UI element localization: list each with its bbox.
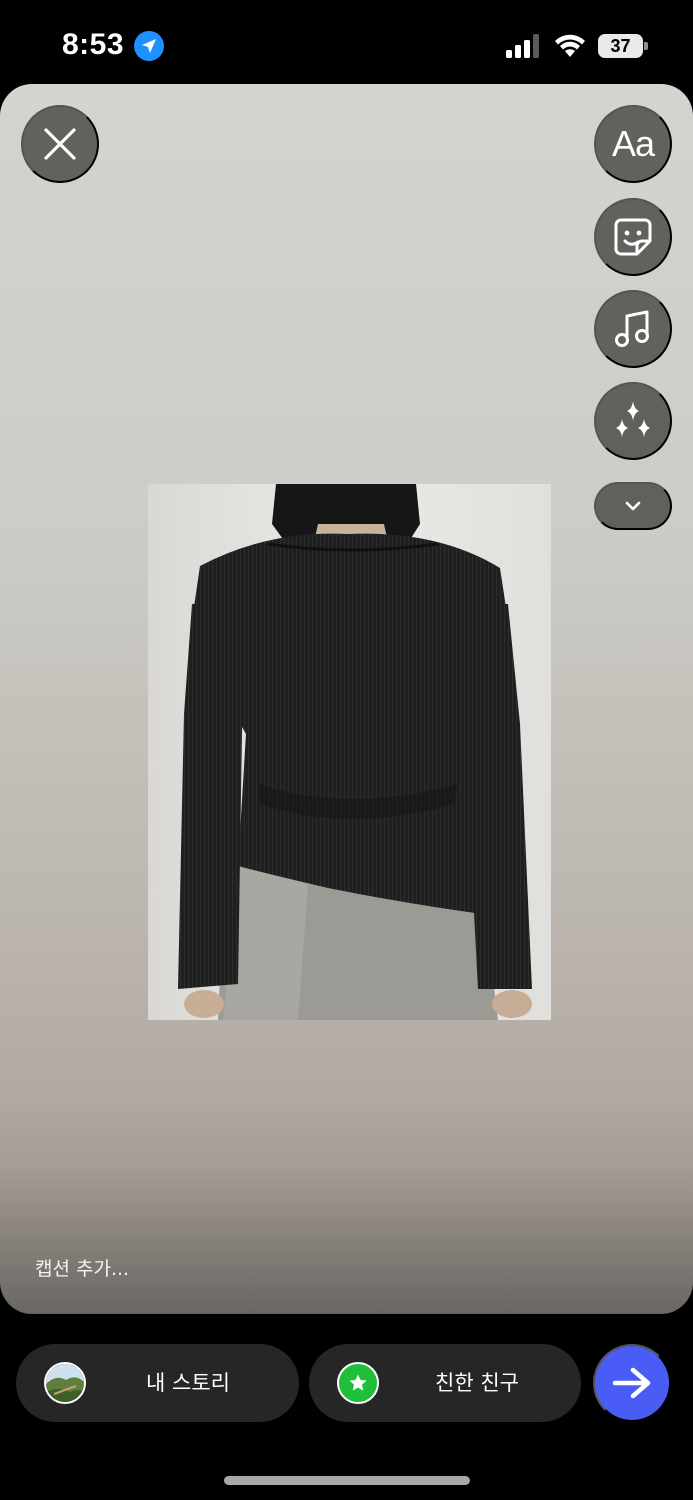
music-button[interactable]: [594, 290, 672, 368]
sticker-icon: [614, 218, 652, 256]
text-tool-button[interactable]: Aa: [594, 105, 672, 183]
caption-input[interactable]: 캡션 추가...: [35, 1254, 129, 1281]
status-time: 8:53: [62, 28, 125, 61]
arrow-right-icon: [612, 1367, 651, 1399]
story-photo[interactable]: [148, 484, 551, 1020]
sticker-button[interactable]: [594, 198, 672, 276]
status-bar: 8:53 37: [0, 0, 693, 84]
send-button[interactable]: [593, 1344, 671, 1422]
my-story-button[interactable]: 내 스토리: [16, 1344, 299, 1422]
text-tool-label: Aa: [611, 123, 655, 164]
close-friends-button[interactable]: 친한 친구: [309, 1344, 581, 1422]
location-arrow-icon: [134, 31, 164, 61]
sparkles-icon: [616, 401, 650, 437]
story-canvas[interactable]: Aa 캡션 추가...: [0, 84, 693, 1314]
avatar: [44, 1362, 86, 1404]
close-friends-icon: [337, 1362, 379, 1404]
wifi-icon: [555, 34, 585, 57]
close-icon: [44, 128, 76, 160]
music-note-icon: [615, 310, 649, 347]
cellular-signal-icon: [506, 34, 539, 58]
chevron-down-icon: [625, 501, 641, 511]
close-friends-label: 친한 친구: [435, 1371, 519, 1395]
star-icon: [349, 1374, 367, 1391]
home-indicator[interactable]: [224, 1476, 470, 1485]
more-tools-button[interactable]: [594, 482, 672, 530]
battery-level: 37: [610, 35, 631, 56]
battery-icon: 37: [598, 34, 648, 58]
effects-button[interactable]: [594, 382, 672, 460]
close-button[interactable]: [21, 105, 99, 183]
my-story-label: 내 스토리: [146, 1371, 230, 1395]
